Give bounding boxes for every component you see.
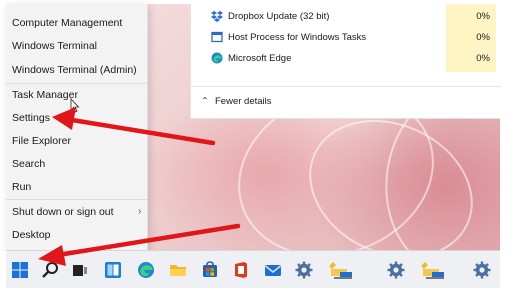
process-cpu: 0%	[446, 6, 496, 27]
dropbox-icon	[211, 11, 223, 22]
chevron-right-icon: ›	[138, 206, 142, 217]
settings-icon[interactable]	[294, 260, 314, 280]
office-icon[interactable]	[231, 260, 251, 280]
start-icon[interactable]	[10, 260, 30, 280]
window-icon	[211, 31, 223, 43]
menu-item-shut-down[interactable]: Shut down or sign out ›	[12, 202, 142, 222]
power-user-menu: Computer Management Windows Terminal Win…	[6, 4, 148, 250]
mouse-cursor-icon	[70, 98, 80, 113]
process-name: Host Process for Windows Tasks	[228, 32, 367, 43]
menu-item-windows-terminal-admin[interactable]: Windows Terminal (Admin)	[12, 60, 142, 80]
menu-separator	[6, 199, 148, 200]
edge-icon[interactable]	[136, 260, 156, 280]
process-row[interactable]: Microsoft Edge 0%	[191, 48, 501, 69]
chevron-up-icon: ⌃	[201, 96, 209, 107]
menu-item-run[interactable]: Run	[12, 177, 142, 197]
taskbar	[6, 250, 500, 288]
task-manager-window: Dropbox Update (32 bit) 0% Host Process …	[190, 4, 501, 119]
menu-separator	[6, 83, 148, 84]
menu-item-computer-management[interactable]: Computer Management	[12, 13, 142, 33]
widgets-icon[interactable]	[103, 260, 123, 280]
process-name: Dropbox Update (32 bit)	[228, 11, 330, 22]
task-view-icon[interactable]	[70, 260, 90, 280]
process-cpu: 0%	[446, 48, 496, 69]
mail-icon[interactable]	[263, 260, 283, 280]
process-name: Microsoft Edge	[228, 53, 292, 64]
process-row[interactable]: Host Process for Windows Tasks 0%	[191, 27, 501, 48]
menu-item-search[interactable]: Search	[12, 154, 142, 174]
settings-icon[interactable]	[472, 260, 492, 280]
divider	[191, 86, 501, 87]
menu-item-file-explorer[interactable]: File Explorer	[12, 131, 142, 151]
network-folder-icon[interactable]	[418, 260, 448, 280]
settings-icon[interactable]	[386, 260, 406, 280]
network-folder-icon[interactable]	[326, 260, 356, 280]
fewer-details-button[interactable]: ⌃ Fewer details	[201, 94, 272, 110]
menu-item-windows-terminal[interactable]: Windows Terminal	[12, 36, 142, 56]
store-icon[interactable]	[200, 260, 220, 280]
edge-icon	[211, 52, 223, 64]
process-cpu: 0%	[446, 27, 496, 48]
process-row[interactable]: Dropbox Update (32 bit) 0%	[191, 6, 501, 27]
search-icon[interactable]	[40, 260, 60, 280]
menu-item-desktop[interactable]: Desktop	[12, 225, 142, 245]
file-explorer-icon[interactable]	[168, 260, 188, 280]
